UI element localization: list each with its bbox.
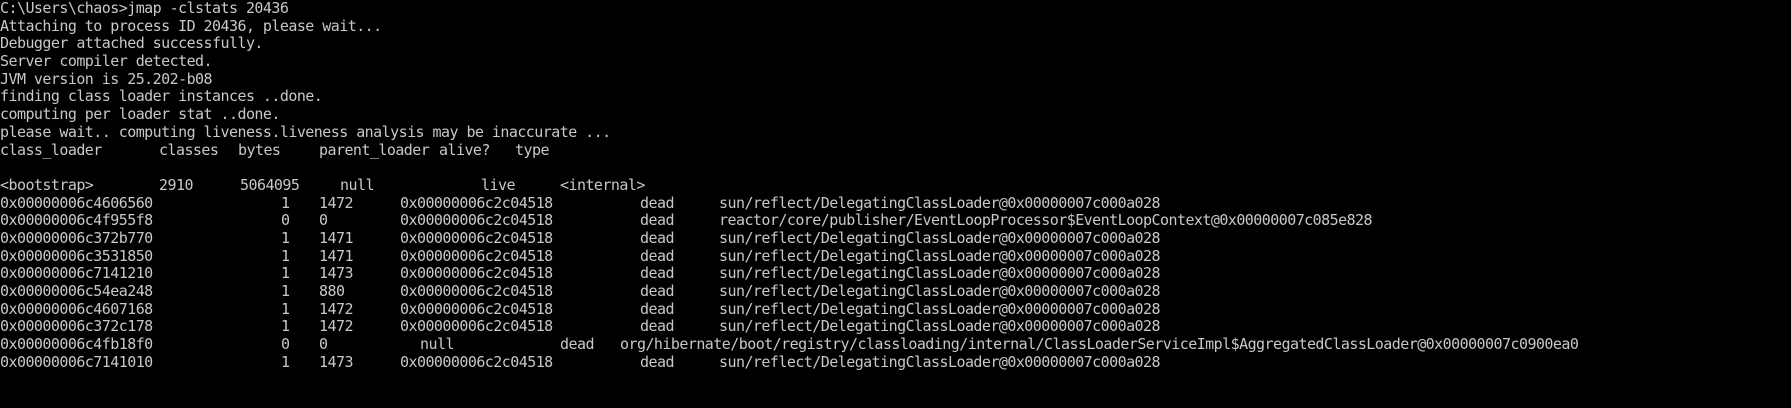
console-window[interactable]: C:\Users\chaos>jmap -clstats 20436 Attac… <box>0 0 1791 408</box>
cell-parent-loader: null <box>340 175 374 194</box>
cell-bytes: 1473 <box>319 352 353 371</box>
table-row: 0x00000006c7141210 1 1473 0x00000006c2c0… <box>0 265 1791 283</box>
header-parent-loader: parent_loader <box>319 140 430 159</box>
output-line: finding class loader instances ..done. <box>0 87 323 106</box>
cell-classes: 2910 <box>159 175 193 194</box>
cell-parent-loader: 0x00000006c2c04518 <box>400 352 553 371</box>
cell-bytes: 1472 <box>319 299 353 318</box>
header-classes: classes <box>159 140 219 159</box>
cell-type: reactor/core/publisher/EventLoopProcesso… <box>719 211 1373 230</box>
cell-classes: 1 <box>281 352 290 371</box>
header-type: type <box>515 140 549 159</box>
table-row-partial: 0x00000006c7141010 1 1473 0x00000006c2c0… <box>0 352 1791 372</box>
table-row: 0x00000006c54ea248 1 880 0x00000006c2c04… <box>0 282 1791 301</box>
cell-alive: dead <box>560 335 594 354</box>
cell-classes: 1 <box>281 264 290 283</box>
cell-classes: 0 <box>281 335 290 354</box>
cell-class-loader: 0x00000006c4fb18f0 <box>0 335 153 354</box>
output-line: Attaching to process ID 20436, please wa… <box>0 16 382 35</box>
cell-class-loader: 0x00000006c372c178 <box>0 317 153 336</box>
cell-type: sun/reflect/DelegatingClassLoader@0x0000… <box>719 193 1161 212</box>
header-class-loader: class_loader <box>0 140 102 159</box>
cell-class-loader: 0x00000006c4f955f8 <box>0 211 153 230</box>
cell-class-loader: 0x00000006c7141010 <box>0 352 153 371</box>
cell-parent-loader: 0x00000006c2c04518 <box>400 193 553 212</box>
cell-alive: dead <box>640 246 674 265</box>
table-header: class_loader classes bytes parent_loader… <box>0 140 1791 160</box>
table-row: 0x00000006c4607168 1 1472 0x00000006c2c0… <box>0 299 1791 319</box>
output-line: Server compiler detected. <box>0 52 213 71</box>
cell-classes: 1 <box>281 228 290 247</box>
cell-alive: dead <box>640 352 674 371</box>
cell-bytes: 5064095 <box>240 175 300 194</box>
cell-alive: dead <box>640 264 674 283</box>
cell-type: <internal> <box>560 175 645 194</box>
cell-type: sun/reflect/DelegatingClassLoader@0x0000… <box>719 352 1161 371</box>
cell-alive: dead <box>640 299 674 318</box>
cell-bytes: 1471 <box>319 246 353 265</box>
cell-class-loader: 0x00000006c3531850 <box>0 246 153 265</box>
cell-alive: live <box>481 175 515 194</box>
table-row-null-parent: 0x00000006c4fb18f0 0 0 null dead org/hib… <box>0 335 1791 354</box>
cell-class-loader: 0x00000006c4607168 <box>0 299 153 318</box>
cell-parent-loader: null <box>420 335 454 354</box>
cell-parent-loader: 0x00000006c2c04518 <box>400 246 553 265</box>
cell-bytes: 1472 <box>319 193 353 212</box>
prompt-command-line: C:\Users\chaos>jmap -clstats 20436 <box>0 0 289 17</box>
cell-type: sun/reflect/DelegatingClassLoader@0x0000… <box>719 317 1161 336</box>
cell-alive: dead <box>640 211 674 230</box>
table-row: 0x00000006c4f955f8 0 0 0x00000006c2c0451… <box>0 212 1791 230</box>
cell-class-loader: <bootstrap> <box>0 175 94 194</box>
cell-parent-loader: 0x00000006c2c04518 <box>400 282 553 300</box>
cell-bytes: 1471 <box>319 228 353 247</box>
cell-parent-loader: 0x00000006c2c04518 <box>400 264 553 283</box>
header-alive: alive? <box>439 140 490 159</box>
cell-parent-loader: 0x00000006c2c04518 <box>400 228 553 247</box>
cell-alive: dead <box>640 228 674 247</box>
cell-class-loader: 0x00000006c372b770 <box>0 228 153 247</box>
cell-bytes: 0 <box>319 211 328 230</box>
cell-alive: dead <box>640 193 674 212</box>
table-row: 0x00000006c372b770 1 1471 0x00000006c2c0… <box>0 228 1791 248</box>
cell-parent-loader: 0x00000006c2c04518 <box>400 317 553 336</box>
cell-type: sun/reflect/DelegatingClassLoader@0x0000… <box>719 299 1161 318</box>
output-line: JVM version is 25.202-b08 <box>0 69 213 88</box>
cell-type: org/hibernate/boot/registry/classloading… <box>620 335 1579 354</box>
table-row: 0x00000006c4606560 1 1472 0x00000006c2c0… <box>0 193 1791 213</box>
cell-class-loader: 0x00000006c7141210 <box>0 264 153 283</box>
cell-class-loader: 0x00000006c54ea248 <box>0 282 153 300</box>
cell-bytes: 1473 <box>319 264 353 283</box>
cell-classes: 1 <box>281 193 290 212</box>
cell-class-loader: 0x00000006c4606560 <box>0 193 153 212</box>
cell-classes: 1 <box>281 299 290 318</box>
cell-type: sun/reflect/DelegatingClassLoader@0x0000… <box>719 282 1161 300</box>
cell-type: sun/reflect/DelegatingClassLoader@0x0000… <box>719 264 1161 283</box>
output-line: Debugger attached successfully. <box>0 34 263 53</box>
cell-bytes: 880 <box>319 282 345 300</box>
output-line: computing per loader stat ..done. <box>0 105 280 124</box>
output-line: please wait.. computing liveness.livenes… <box>0 122 611 141</box>
cell-parent-loader: 0x00000006c2c04518 <box>400 211 553 230</box>
cell-parent-loader: 0x00000006c2c04518 <box>400 299 553 318</box>
cell-classes: 1 <box>281 246 290 265</box>
header-bytes: bytes <box>238 140 281 159</box>
cell-classes: 0 <box>281 211 290 230</box>
cell-type: sun/reflect/DelegatingClassLoader@0x0000… <box>719 246 1161 265</box>
table-row: 0x00000006c3531850 1 1471 0x00000006c2c0… <box>0 246 1791 266</box>
cell-type: sun/reflect/DelegatingClassLoader@0x0000… <box>719 228 1161 247</box>
cell-alive: dead <box>640 317 674 336</box>
table-row: 0x00000006c372c178 1 1472 0x00000006c2c0… <box>0 318 1791 336</box>
table-row-bootstrap: <bootstrap> 2910 5064095 null live <inte… <box>0 175 1791 195</box>
cell-bytes: 0 <box>319 335 328 354</box>
cell-classes: 1 <box>281 317 290 336</box>
cell-classes: 1 <box>281 282 290 300</box>
cell-alive: dead <box>640 282 674 300</box>
cell-bytes: 1472 <box>319 317 353 336</box>
